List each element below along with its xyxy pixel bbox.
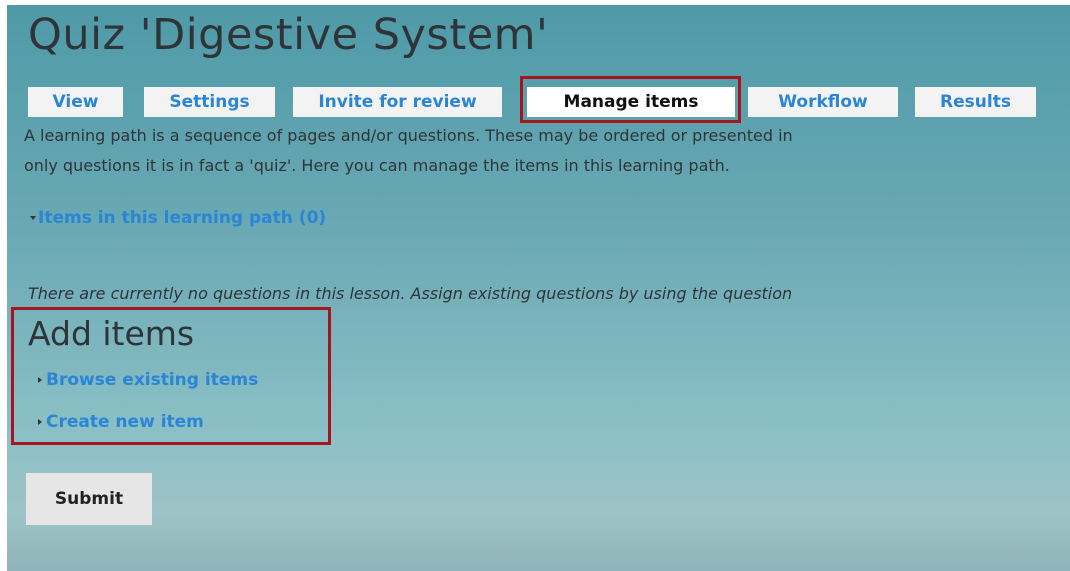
triangle-right-icon [38, 419, 42, 425]
create-new-item-label: Create new item [46, 412, 204, 432]
page-content: Quiz 'Digestive System' View Settings In… [7, 5, 1070, 571]
description-line-1: A learning path is a sequence of pages a… [24, 126, 793, 145]
add-items-heading: Add items [28, 314, 195, 353]
tab-invite-for-review[interactable]: Invite for review [293, 87, 502, 117]
create-new-item-toggle[interactable]: Create new item [38, 412, 204, 432]
triangle-right-icon [38, 377, 42, 383]
browse-existing-items-label: Browse existing items [46, 370, 259, 390]
page-title: Quiz 'Digestive System' [28, 10, 549, 60]
items-in-path-label: Items in this learning path (0) [38, 208, 327, 228]
empty-questions-message: There are currently no questions in this… [28, 284, 793, 303]
triangle-down-icon [30, 216, 36, 220]
description: A learning path is a sequence of pages a… [24, 121, 1070, 181]
items-in-path-toggle[interactable]: Items in this learning path (0) [30, 208, 326, 228]
browse-existing-items-toggle[interactable]: Browse existing items [38, 370, 258, 390]
tab-view[interactable]: View [28, 87, 123, 117]
tab-settings[interactable]: Settings [144, 87, 275, 117]
tab-manage-items[interactable]: Manage items [527, 87, 735, 117]
tab-bar: View Settings Invite for review Manage i… [7, 87, 1070, 117]
submit-button[interactable]: Submit [26, 473, 152, 525]
description-line-2: only questions it is in fact a 'quiz'. H… [24, 156, 730, 175]
tab-results[interactable]: Results [915, 87, 1036, 117]
tab-workflow[interactable]: Workflow [748, 87, 898, 117]
